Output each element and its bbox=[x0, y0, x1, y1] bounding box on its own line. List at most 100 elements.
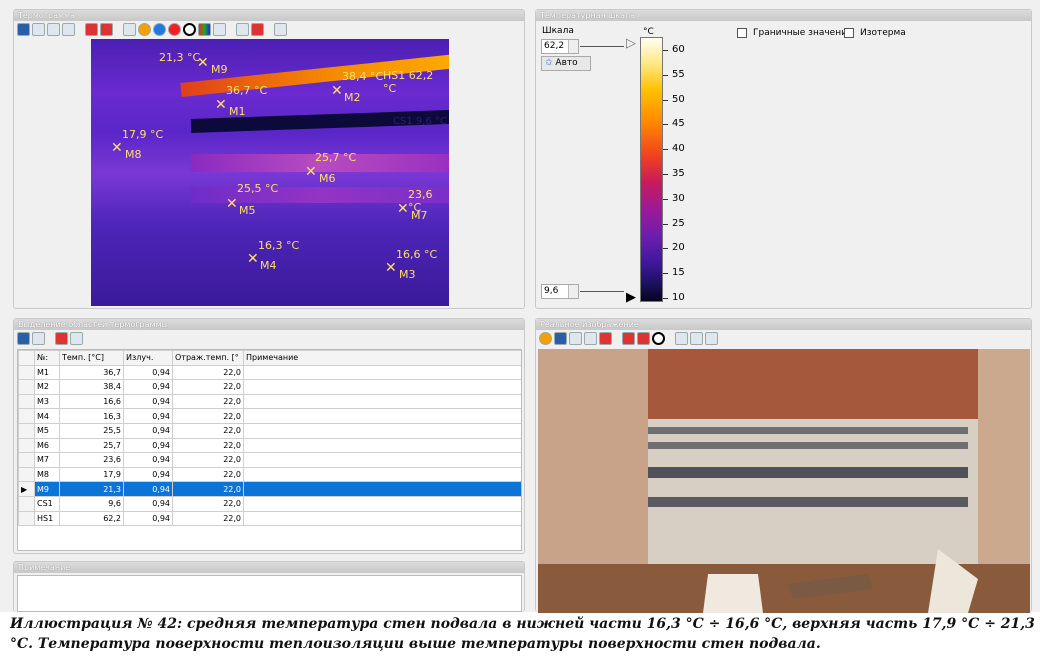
table-cell[interactable]: 25,7 bbox=[59, 437, 124, 454]
table-row[interactable]: HS1 62,2 0,94 22,0 bbox=[18, 510, 521, 527]
isotherm-checkbox[interactable] bbox=[844, 28, 854, 38]
palette-alt-icon[interactable] bbox=[637, 332, 650, 345]
table-cell[interactable]: 22,0 bbox=[172, 422, 244, 439]
palette-alt-icon[interactable] bbox=[100, 23, 113, 36]
table-cell[interactable]: M2 bbox=[34, 379, 60, 395]
thermometer-icon[interactable] bbox=[123, 23, 136, 36]
row-indicator[interactable]: ▶ bbox=[18, 481, 35, 497]
table-row[interactable]: M7 23,6 0,94 22,0 bbox=[18, 452, 521, 468]
table-row[interactable]: M4 16,3 0,94 22,0 bbox=[18, 408, 521, 424]
max-pointer-icon[interactable]: ▷ bbox=[626, 36, 636, 51]
profile-icon[interactable] bbox=[213, 23, 226, 36]
table-cell-note[interactable] bbox=[243, 379, 521, 395]
table-cell-note[interactable] bbox=[243, 364, 521, 381]
table-cell[interactable]: 17,9 bbox=[59, 466, 124, 483]
table-cell[interactable]: 0,94 bbox=[123, 466, 173, 483]
palette-icon[interactable] bbox=[85, 23, 98, 36]
table-row[interactable]: M2 38,4 0,94 22,0 bbox=[18, 379, 521, 395]
spot-red-icon[interactable] bbox=[168, 23, 181, 36]
palette-icon[interactable] bbox=[622, 332, 635, 345]
table-cell[interactable]: 0,94 bbox=[123, 393, 173, 410]
table-cell[interactable]: 22,0 bbox=[172, 510, 244, 527]
auto-button[interactable]: ✩ Авто bbox=[541, 56, 591, 71]
table-cell-note[interactable] bbox=[243, 422, 521, 439]
table-cell[interactable]: M4 bbox=[34, 408, 60, 424]
table-cell[interactable]: 22,0 bbox=[172, 452, 244, 468]
table-row[interactable]: M1 36,7 0,94 22,0 bbox=[18, 364, 521, 381]
save-icon[interactable] bbox=[17, 332, 30, 345]
cut-icon[interactable] bbox=[47, 23, 60, 36]
table-cell[interactable]: 62,2 bbox=[59, 510, 124, 527]
table-cell[interactable]: 0,94 bbox=[123, 422, 173, 439]
table-cell-note[interactable] bbox=[243, 437, 521, 454]
table-cell[interactable]: 22,0 bbox=[172, 495, 244, 512]
table-cell[interactable]: 22,0 bbox=[172, 437, 244, 454]
table-cell-note[interactable] bbox=[243, 452, 521, 468]
table-cell[interactable]: 9,6 bbox=[59, 495, 124, 512]
paste-icon[interactable] bbox=[62, 23, 75, 36]
column-header[interactable]: Излуч. bbox=[123, 350, 173, 366]
table-cell-note[interactable] bbox=[243, 481, 521, 497]
table-cell[interactable]: 0,94 bbox=[123, 452, 173, 468]
table-row[interactable]: ▶ M9 21,3 0,94 22,0 bbox=[18, 481, 521, 497]
table-cell[interactable]: 36,7 bbox=[59, 364, 124, 381]
column-header[interactable]: Отраж.темп. [° bbox=[172, 350, 244, 366]
table-cell[interactable]: 22,0 bbox=[172, 408, 244, 424]
column-header[interactable]: Темп. [°C] bbox=[59, 350, 124, 366]
table-cell[interactable]: M5 bbox=[34, 422, 60, 439]
table-cell[interactable]: M1 bbox=[34, 364, 60, 381]
column-header[interactable]: №: bbox=[34, 350, 60, 366]
zoom-fit-icon[interactable] bbox=[705, 332, 718, 345]
table-row[interactable]: CS1 9,6 0,94 22,0 bbox=[18, 495, 521, 512]
spot-blue-icon[interactable] bbox=[153, 23, 166, 36]
table-cell[interactable]: HS1 bbox=[34, 510, 60, 527]
table-cell[interactable]: 22,0 bbox=[172, 393, 244, 410]
table-cell[interactable]: 21,3 bbox=[59, 481, 124, 497]
coldspot-label[interactable]: CS1 9,6 °C bbox=[393, 116, 447, 127]
table-cell[interactable]: 22,0 bbox=[172, 466, 244, 483]
table-row[interactable]: M5 25,5 0,94 22,0 bbox=[18, 422, 521, 439]
table-cell-note[interactable] bbox=[243, 495, 521, 512]
row-indicator[interactable] bbox=[18, 466, 35, 483]
block-icon[interactable] bbox=[183, 23, 196, 36]
row-indicator[interactable] bbox=[18, 495, 35, 512]
table-cell-note[interactable] bbox=[243, 510, 521, 527]
zoom-in-icon[interactable] bbox=[675, 332, 688, 345]
scale-max-input[interactable]: 62,2 bbox=[541, 39, 579, 54]
table-cell[interactable]: M3 bbox=[34, 393, 60, 410]
table-row[interactable]: M3 16,6 0,94 22,0 bbox=[18, 393, 521, 410]
copy-icon[interactable] bbox=[569, 332, 582, 345]
table-cell[interactable]: 0,94 bbox=[123, 437, 173, 454]
delete-icon[interactable] bbox=[599, 332, 612, 345]
paste-icon[interactable] bbox=[584, 332, 597, 345]
table-cell[interactable]: M9 bbox=[34, 481, 60, 497]
row-indicator[interactable] bbox=[18, 364, 35, 381]
row-indicator[interactable] bbox=[18, 422, 35, 439]
table-cell[interactable]: M8 bbox=[34, 466, 60, 483]
row-indicator[interactable] bbox=[18, 379, 35, 395]
table-cell[interactable]: 23,6 bbox=[59, 452, 124, 468]
scale-min-input[interactable]: 9,6 bbox=[541, 284, 579, 299]
table-cell[interactable]: CS1 bbox=[34, 495, 60, 512]
row-indicator[interactable] bbox=[18, 510, 35, 527]
table-cell-note[interactable] bbox=[243, 466, 521, 483]
table-cell[interactable]: M7 bbox=[34, 452, 60, 468]
row-indicator[interactable] bbox=[18, 437, 35, 454]
table-cell[interactable]: 16,6 bbox=[59, 393, 124, 410]
table-cell[interactable]: 22,0 bbox=[172, 364, 244, 381]
save-icon[interactable] bbox=[554, 332, 567, 345]
note-textarea[interactable] bbox=[17, 575, 522, 612]
row-indicator[interactable] bbox=[18, 393, 35, 410]
spot-orange-icon[interactable] bbox=[138, 23, 151, 36]
thermal-image[interactable]: 21,3 °C ✕ M9 36,7 °C ✕ M1 38,4 °C ✕ M2 17,9 °C… bbox=[91, 39, 449, 306]
table-cell[interactable]: 0,94 bbox=[123, 510, 173, 527]
open-icon[interactable] bbox=[539, 332, 552, 345]
histogram-icon[interactable] bbox=[198, 23, 211, 36]
pin-icon[interactable] bbox=[70, 332, 83, 345]
table-cell[interactable]: 16,3 bbox=[59, 408, 124, 424]
column-header[interactable]: Примечание bbox=[243, 350, 521, 366]
grid-icon[interactable] bbox=[274, 23, 287, 36]
table-cell-note[interactable] bbox=[243, 393, 521, 410]
real-photo[interactable] bbox=[538, 349, 1030, 613]
table-cell[interactable]: 0,94 bbox=[123, 495, 173, 512]
